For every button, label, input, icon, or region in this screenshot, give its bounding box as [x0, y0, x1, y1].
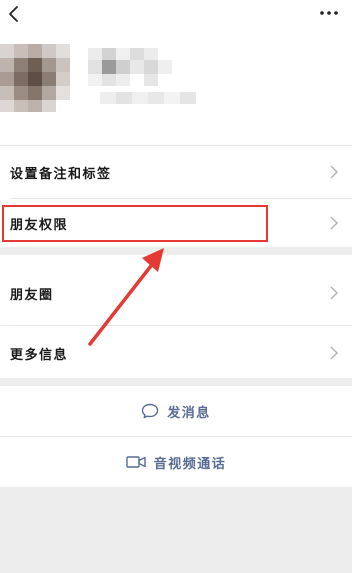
chevron-right-icon	[330, 216, 338, 230]
menu-item-moments[interactable]: 朋友圈	[0, 255, 352, 325]
highlight-box	[2, 205, 268, 242]
chevron-right-icon	[330, 165, 338, 179]
menu-item-remark-tags[interactable]: 设置备注和标签	[0, 146, 352, 198]
contact-profile-page: 设置备注和标签 朋友权限 朋友圈 更多信息 发消息 音视频通话	[0, 0, 352, 573]
video-call-label: 音视频通话	[153, 456, 227, 472]
video-camera-icon	[126, 456, 146, 468]
chevron-right-icon	[330, 286, 338, 300]
chevron-left-icon[interactable]	[4, 4, 24, 24]
chevron-right-icon	[330, 346, 338, 360]
arrow-annotation	[88, 248, 164, 346]
avatar[interactable]	[0, 36, 240, 116]
send-message-label: 发消息	[167, 405, 211, 421]
chat-bubble-icon	[142, 403, 159, 419]
menu-item-label: 朋友圈	[10, 288, 54, 303]
video-call-button[interactable]: 音视频通话	[0, 437, 352, 487]
send-message-button[interactable]: 发消息	[0, 386, 352, 436]
menu-item-more-info[interactable]: 更多信息	[0, 326, 352, 378]
more-dots-icon[interactable]	[318, 7, 340, 19]
menu-item-label: 更多信息	[10, 348, 69, 363]
menu-item-label: 设置备注和标签	[10, 167, 112, 182]
